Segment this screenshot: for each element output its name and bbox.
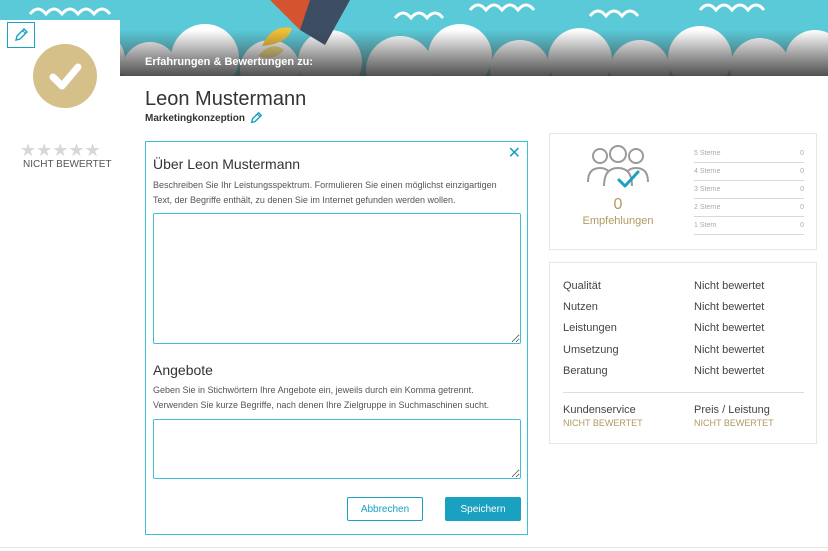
distribution-row: 1 Stern 0 (694, 217, 804, 235)
star-rating: ★★★★★ (20, 140, 101, 160)
price-performance-rating: Preis / Leistung NICHT BEWERTET (694, 404, 774, 428)
about-description: Beschreiben Sie Ihr Leistungsspektrum. F… (153, 180, 497, 205)
extra-rating-label: Preis / Leistung (694, 404, 770, 416)
avatar (33, 44, 97, 108)
distribution-row: 3 Sterne 0 (694, 181, 804, 199)
pencil-icon (15, 28, 28, 41)
distribution-label: 2 Sterne (694, 204, 721, 211)
distribution-label: 5 Sterne (694, 150, 721, 157)
distribution-row: 5 Sterne 0 (694, 145, 804, 163)
page-divider (0, 547, 828, 548)
about-textarea[interactable] (153, 213, 521, 344)
profile-subtitle-text: Marketingkonzeption (145, 112, 246, 124)
ratings-panel: Qualität Nicht bewertet Nutzen Nicht bew… (549, 262, 817, 444)
rating-value: Nicht bewertet (694, 322, 765, 334)
rating-value: Nicht bewertet (694, 344, 765, 356)
distribution-label: 3 Sterne (694, 186, 721, 193)
close-icon[interactable]: ✕ (508, 146, 521, 162)
edit-profile-button[interactable] (7, 22, 35, 48)
distribution-value: 0 (800, 150, 804, 157)
about-title: Über Leon Mustermann (153, 156, 301, 172)
distribution-value: 0 (800, 168, 804, 175)
extra-rating-value: NICHT BEWERTET (694, 418, 774, 428)
distribution-label: 1 Stern (694, 222, 717, 229)
offers-textarea[interactable] (153, 419, 521, 479)
cancel-button[interactable]: Abbrechen (347, 497, 423, 521)
edit-profile-dialog: ✕ Über Leon Mustermann Beschreiben Sie I… (145, 141, 528, 535)
rating-label: Umsetzung (563, 344, 619, 356)
checkmark-icon (49, 63, 82, 90)
recommendations-label: Empfehlungen (582, 215, 654, 227)
pencil-icon[interactable] (249, 111, 263, 125)
rating-label: Qualität (563, 280, 601, 292)
rating-value: Nicht bewertet (694, 301, 765, 313)
rating-label: Beratung (563, 365, 608, 377)
banner-title: Erfahrungen & Bewertungen zu: (145, 56, 314, 68)
users-check-icon (587, 145, 649, 188)
offers-title: Angebote (153, 362, 213, 378)
recommendations-panel: 0 Empfehlungen 5 Sterne 0 4 Sterne 0 3 S… (549, 133, 817, 250)
ratings-divider (563, 392, 804, 393)
extra-rating-value: NICHT BEWERTET (563, 418, 643, 428)
rating-label: Leistungen (563, 322, 617, 334)
distribution-value: 0 (800, 186, 804, 193)
extra-rating-label: Kundenservice (563, 404, 636, 416)
profile-name: Leon Mustermann (145, 88, 307, 110)
distribution-value: 0 (800, 222, 804, 229)
distribution-label: 4 Sterne (694, 168, 721, 175)
offers-description: Geben Sie in Stichwörtern Ihre Angebote … (153, 385, 490, 410)
header-banner: Erfahrungen & Bewertungen zu: (0, 0, 828, 76)
customer-service-rating: Kundenservice NICHT BEWERTET (563, 404, 643, 428)
rating-value: Nicht bewertet (694, 280, 765, 292)
save-button[interactable]: Speichern (445, 497, 521, 521)
distribution-row: 4 Sterne 0 (694, 163, 804, 181)
banner-shade (0, 30, 828, 76)
rating-status: NICHT BEWERTET (23, 159, 112, 170)
rating-label: Nutzen (563, 301, 598, 313)
recommendations-count: 0 (613, 196, 623, 213)
profile-subtitle: Marketingkonzeption (145, 111, 263, 125)
distribution-value: 0 (800, 204, 804, 211)
rating-value: Nicht bewertet (694, 365, 765, 377)
distribution-row: 2 Sterne 0 (694, 199, 804, 217)
